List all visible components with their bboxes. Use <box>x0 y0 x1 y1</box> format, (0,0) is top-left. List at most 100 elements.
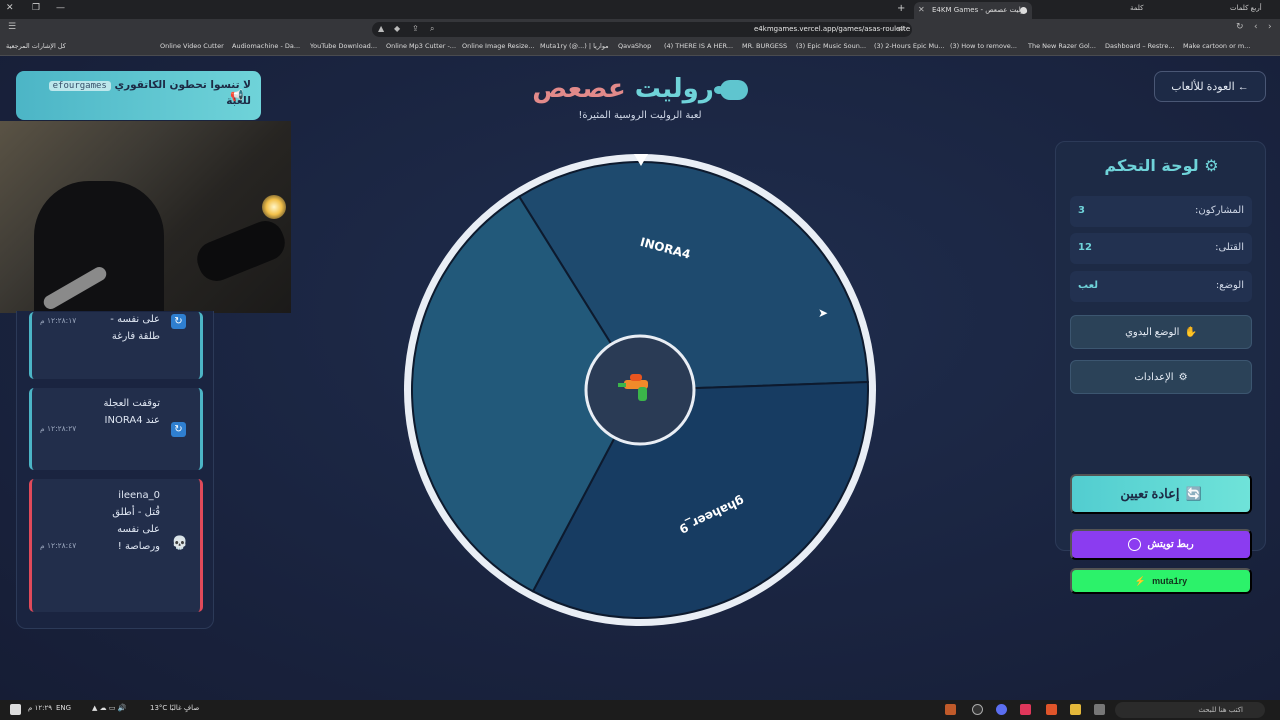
tab-title: E4KM Games - روليت عصعص <box>932 6 1028 14</box>
microphone <box>191 215 291 287</box>
task-view-icon[interactable] <box>1094 704 1105 715</box>
taskbar-language[interactable]: ENG <box>56 704 71 712</box>
bookmark-3[interactable]: YouTube Download... <box>310 42 377 50</box>
app-icon[interactable] <box>972 704 983 715</box>
back-to-games-button[interactable]: ← العودة للألعاب <box>1154 71 1266 102</box>
feed-item: ↻ توقفت العجلة عند INORA4 ١٢:٢٨:٢٧ م <box>29 388 203 470</box>
tab-3[interactable]: أربع كلمات <box>1230 4 1262 12</box>
site-settings-icon[interactable]: ⇄ <box>898 24 905 33</box>
bookmark-8[interactable]: (4) THERE IS A HER... <box>664 42 733 50</box>
app-icon[interactable] <box>1020 704 1031 715</box>
search-icon: ⌕ <box>430 24 435 33</box>
app-icon[interactable] <box>945 704 956 715</box>
button-label: ربط تويتش <box>1147 539 1194 550</box>
category-reminder-banner: لا تنسوا تحطون الكاتقوري efourgames للعب… <box>16 71 261 120</box>
reload-icon[interactable]: ↻ <box>1236 22 1244 32</box>
skull-icon: 💀 <box>171 536 188 551</box>
feed-message: توقفت العجلة عند INORA4 <box>103 398 160 426</box>
action-center-icon[interactable] <box>10 704 21 715</box>
refresh-icon: ↻ <box>171 422 186 437</box>
browser-chrome: ✕ ❐ — + ✕ E4KM Games - روليت عصعص كلمة أ… <box>0 0 1280 56</box>
file-explorer-icon[interactable] <box>1070 704 1081 715</box>
close-tab-icon[interactable]: ✕ <box>918 5 925 14</box>
feed-message: ileena_0 قُتل - أطلق على نفسه ورصاصة ! <box>112 490 160 552</box>
bookmarks-bar: كل الإشارات المرجعية Online Video Cutter… <box>0 39 1280 56</box>
twitch-icon <box>1128 538 1142 551</box>
bookmark-all[interactable]: كل الإشارات المرجعية <box>6 42 66 50</box>
hand-icon: ✋ <box>1184 326 1197 338</box>
taskbar-search-input[interactable]: اكتب هنا للبحث <box>1115 702 1265 718</box>
reset-button[interactable]: 🔄 إعادة تعيين <box>1070 474 1252 514</box>
tab-bar: ✕ ❐ — + ✕ E4KM Games - روليت عصعص كلمة أ… <box>0 0 1280 19</box>
stat-value: 3 <box>1078 205 1085 216</box>
megaphone-icon: 📢 <box>230 89 244 102</box>
feed-message: على نفسه - طلقة فارغة <box>110 314 160 342</box>
participants-stat: المشاركون: 3 <box>1070 196 1252 227</box>
title-part-2: عصعص <box>532 74 626 104</box>
roulette-wheel[interactable]: INORA4andragounghaheer_9 <box>402 152 878 628</box>
stat-value: لعب <box>1078 280 1098 291</box>
stat-label: الوضع: <box>1215 280 1244 291</box>
feed-item: 💀 ileena_0 قُتل - أطلق على نفسه ورصاصة !… <box>29 479 203 612</box>
bookmark-12[interactable]: (3) How to remove... <box>950 42 1017 50</box>
page-title: روليت عصعص <box>430 74 850 104</box>
lightning-icon: ⚡ <box>1134 575 1147 586</box>
connect-twitch-button[interactable]: ربط تويتش <box>1070 529 1252 560</box>
control-panel: ⚙ لوحة التحكم المشاركون: 3 القتلى: 12 ال… <box>1055 141 1266 594</box>
tab-active[interactable]: ✕ E4KM Games - روليت عصعص <box>914 2 1032 19</box>
weather-widget[interactable]: 13°C صافٍ غالبًا <box>150 704 199 712</box>
panel-title-text: لوحة التحكم <box>1104 156 1199 175</box>
feed-time: ١٢:٢٨:٢٧ م <box>40 424 77 433</box>
bookmark-5[interactable]: Online Image Resize... <box>462 42 534 50</box>
manual-mode-button[interactable]: ✋ الوضع اليدوي <box>1070 315 1252 349</box>
brave-browser-icon[interactable] <box>1046 704 1057 715</box>
address-bar[interactable]: ▲ ◆ ⇪ ⌕ e4kmgames.vercel.app/games/asas-… <box>372 22 912 37</box>
bookmark-9[interactable]: MR. BURGESS <box>742 42 787 50</box>
close-window-icon[interactable]: ✕ <box>6 3 14 13</box>
button-label: الإعدادات <box>1134 371 1174 383</box>
header: روليت عصعص لعبة الروليت الروسية المثيرة! <box>430 74 850 121</box>
bookmark-10[interactable]: (3) Epic Music Soun... <box>796 42 866 50</box>
minimize-window-icon[interactable]: — <box>56 3 65 13</box>
gear-icon: ⚙ <box>1178 371 1188 383</box>
button-label: muta1ry <box>1152 576 1188 586</box>
mouse-cursor-icon: ➤ <box>818 306 829 320</box>
share-icon[interactable]: ⇪ <box>412 24 419 33</box>
forward-icon[interactable]: › <box>1268 22 1272 32</box>
kills-stat: القتلى: 12 <box>1070 233 1252 264</box>
clock-time: ١٢:٢٩ م <box>28 704 52 712</box>
bookmark-4[interactable]: Online Mp3 Cutter -... <box>386 42 456 50</box>
cloud-icon <box>713 79 748 100</box>
stat-label: القتلى: <box>1215 242 1244 253</box>
bookmark-11[interactable]: (3) 2-Hours Epic Mu... <box>874 42 944 50</box>
new-tab-button[interactable]: + <box>897 3 905 14</box>
tray-icons[interactable]: ▲ ☁ ▭ 🔊 <box>92 704 126 712</box>
tab-2[interactable]: كلمة <box>1130 4 1143 12</box>
stat-label: المشاركون: <box>1194 205 1244 216</box>
tab-favicon <box>1020 7 1027 14</box>
bookmark-15[interactable]: Make cartoon or m... <box>1183 42 1250 50</box>
wheel-svg[interactable]: INORA4andragounghaheer_9 <box>402 152 878 628</box>
bookmark-1[interactable]: Online Video Cutter <box>160 42 224 50</box>
feed-time: ١٢:٢٨:١٧ م <box>40 316 77 325</box>
feed-item: ↻ على نفسه - طلقة فارغة ١٢:٢٨:١٧ م <box>29 312 203 379</box>
stat-value: 12 <box>1078 242 1092 253</box>
restore-window-icon[interactable]: ❐ <box>32 3 40 13</box>
brave-shield-icon[interactable]: ▲ <box>378 24 384 33</box>
bookmark-13[interactable]: The New Razer Gol... <box>1028 42 1096 50</box>
game-page: ← العودة للألعاب روليت عصعص لعبة الروليت… <box>0 56 1280 700</box>
page-subtitle: لعبة الروليت الروسية المثيرة! <box>578 110 702 121</box>
bookmark-14[interactable]: Dashboard – Restre... <box>1105 42 1175 50</box>
brave-rewards-icon[interactable]: ◆ <box>394 24 400 33</box>
sidebar-icon[interactable]: ☰ <box>8 22 16 32</box>
bookmark-6[interactable]: Muta1ry (@...) | مواريا <box>540 42 609 50</box>
bookmark-2[interactable]: Audiomachine - Da... <box>232 42 300 50</box>
kick-channel-button[interactable]: ⚡ muta1ry <box>1070 568 1252 594</box>
url-text: e4kmgames.vercel.app/games/asas-roulette <box>754 25 911 33</box>
bookmark-7[interactable]: QavaShop <box>618 42 651 50</box>
back-icon[interactable]: ‹ <box>1254 22 1258 32</box>
app-icon[interactable] <box>996 704 1007 715</box>
refresh-icon: 🔄 <box>1185 486 1202 501</box>
button-label: إعادة تعيين <box>1120 486 1180 501</box>
settings-button[interactable]: ⚙ الإعدادات <box>1070 360 1252 394</box>
